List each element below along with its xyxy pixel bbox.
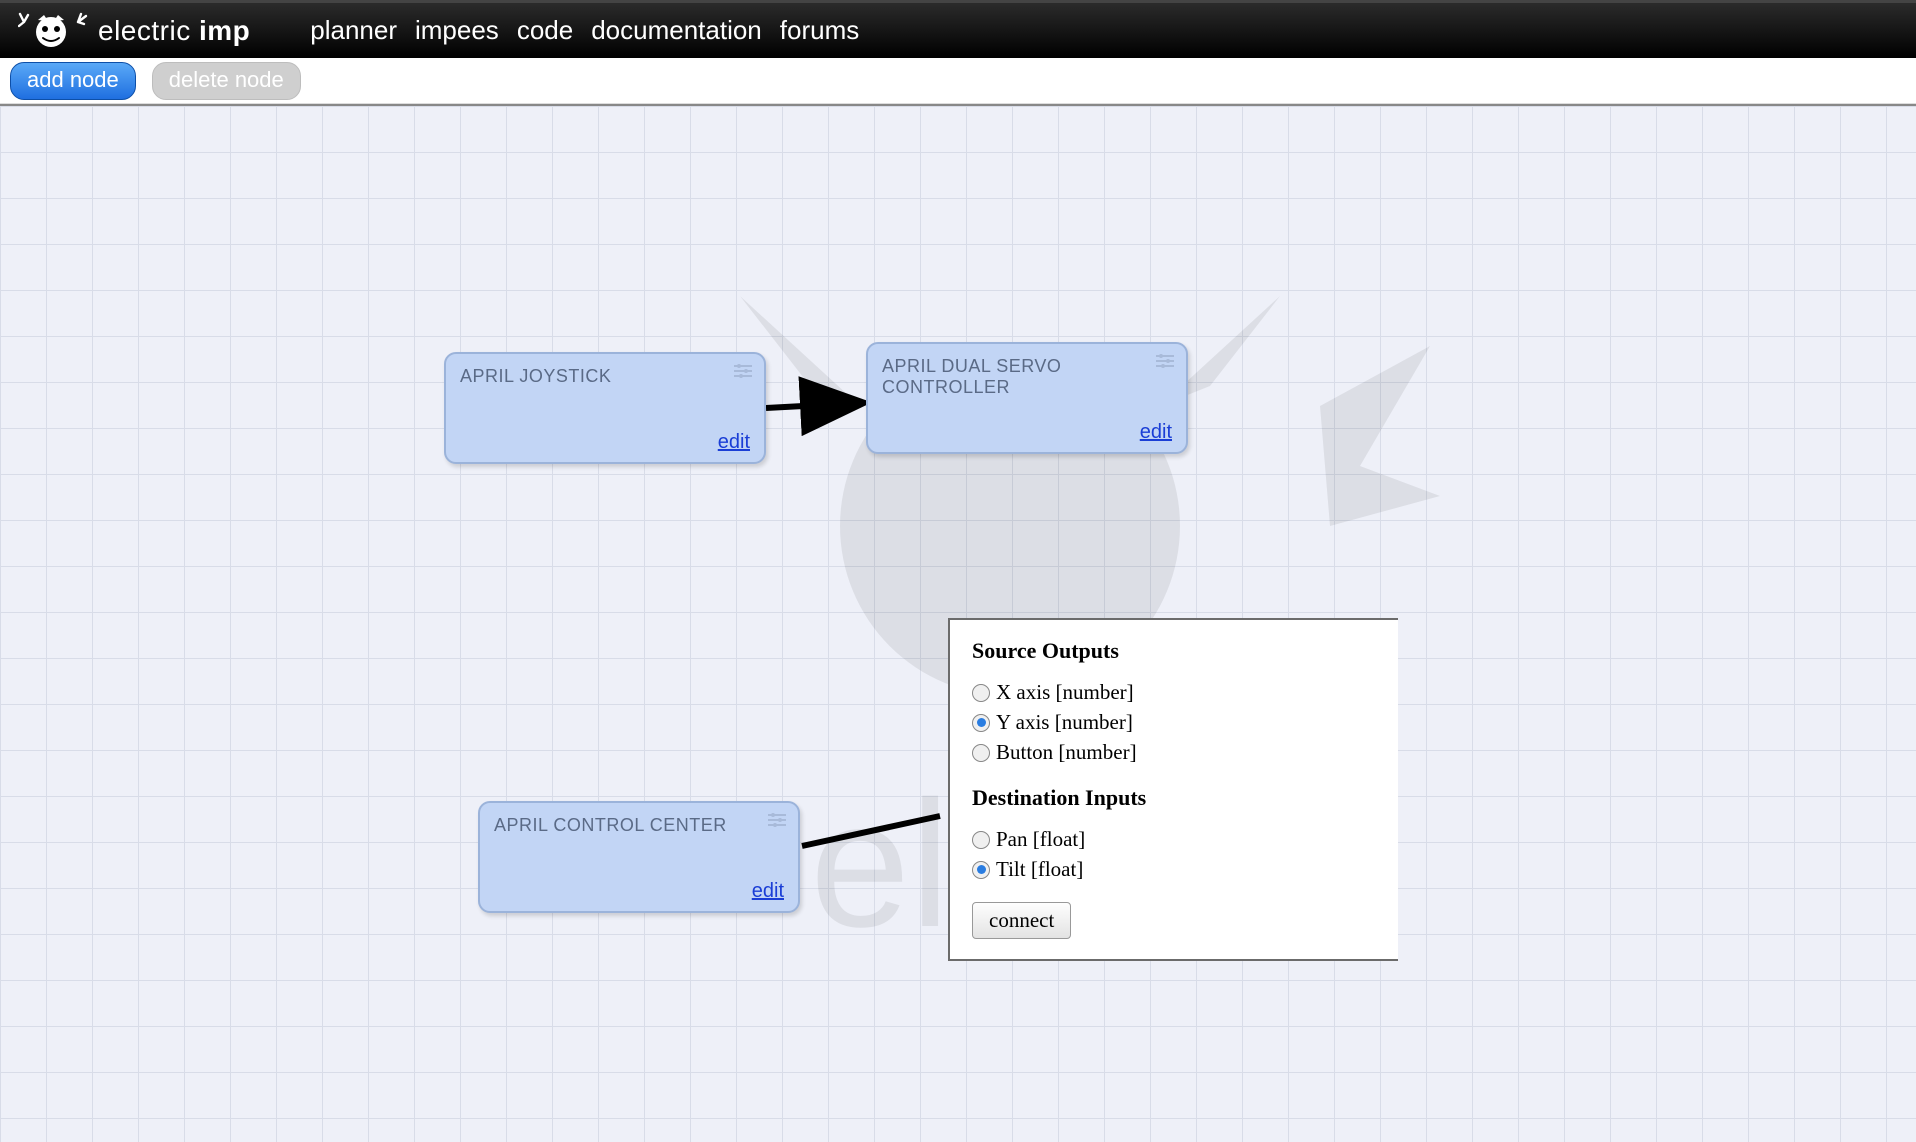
node-april-servo-controller[interactable]: APRIL DUAL SERVO CONTROLLER edit <box>866 342 1188 454</box>
radio-source-button[interactable]: Button [number] <box>972 740 1376 765</box>
brand-text: electric imp <box>98 15 250 47</box>
radio-label: Pan [float] <box>996 827 1085 852</box>
radio-source-y[interactable]: Y axis [number] <box>972 710 1376 735</box>
connection-panel: Source Outputs X axis [number] Y axis [n… <box>948 618 1398 961</box>
brand-logo: electric imp <box>18 12 250 50</box>
delete-node-button[interactable]: delete node <box>152 62 301 100</box>
brand-text-light: electric <box>98 15 199 46</box>
node-edit-link[interactable]: edit <box>752 880 784 903</box>
radio-label: X axis [number] <box>996 680 1134 705</box>
brand-text-bold: imp <box>199 15 250 46</box>
settings-icon[interactable] <box>768 813 786 827</box>
nav-planner[interactable]: planner <box>310 15 397 46</box>
node-april-control-center[interactable]: APRIL CONTROL CENTER edit <box>478 801 800 913</box>
radio-icon <box>972 861 990 879</box>
node-title: APRIL DUAL SERVO CONTROLLER <box>882 356 1172 398</box>
main-nav: planner impees code documentation forums <box>310 15 859 46</box>
radio-icon <box>972 831 990 849</box>
connect-button[interactable]: connect <box>972 902 1071 939</box>
radio-label: Tilt [float] <box>996 857 1083 882</box>
radio-icon <box>972 744 990 762</box>
settings-icon[interactable] <box>1156 354 1174 368</box>
radio-source-x[interactable]: X axis [number] <box>972 680 1376 705</box>
app-header: electric imp planner impees code documen… <box>0 0 1916 58</box>
node-edit-link[interactable]: edit <box>718 431 750 454</box>
toolbar: add node delete node <box>0 58 1916 104</box>
radio-icon <box>972 714 990 732</box>
destination-inputs-group: Pan [float] Tilt [float] <box>972 827 1376 882</box>
node-title: APRIL JOYSTICK <box>460 366 750 387</box>
radio-icon <box>972 684 990 702</box>
radio-dest-pan[interactable]: Pan [float] <box>972 827 1376 852</box>
radio-label: Button [number] <box>996 740 1137 765</box>
node-title: APRIL CONTROL CENTER <box>494 815 784 836</box>
radio-label: Y axis [number] <box>996 710 1133 735</box>
imp-logo-icon <box>18 12 88 50</box>
source-outputs-group: X axis [number] Y axis [number] Button [… <box>972 680 1376 765</box>
planner-canvas[interactable]: electr APRIL JOYSTICK edit APRIL DUAL SE… <box>0 104 1916 1142</box>
settings-icon[interactable] <box>734 364 752 378</box>
nav-documentation[interactable]: documentation <box>591 15 762 46</box>
nav-code[interactable]: code <box>517 15 573 46</box>
source-outputs-heading: Source Outputs <box>972 638 1376 664</box>
nav-forums[interactable]: forums <box>780 15 859 46</box>
destination-inputs-heading: Destination Inputs <box>972 785 1376 811</box>
node-edit-link[interactable]: edit <box>1140 421 1172 444</box>
node-april-joystick[interactable]: APRIL JOYSTICK edit <box>444 352 766 464</box>
nav-impees[interactable]: impees <box>415 15 499 46</box>
radio-dest-tilt[interactable]: Tilt [float] <box>972 857 1376 882</box>
add-node-button[interactable]: add node <box>10 62 136 100</box>
